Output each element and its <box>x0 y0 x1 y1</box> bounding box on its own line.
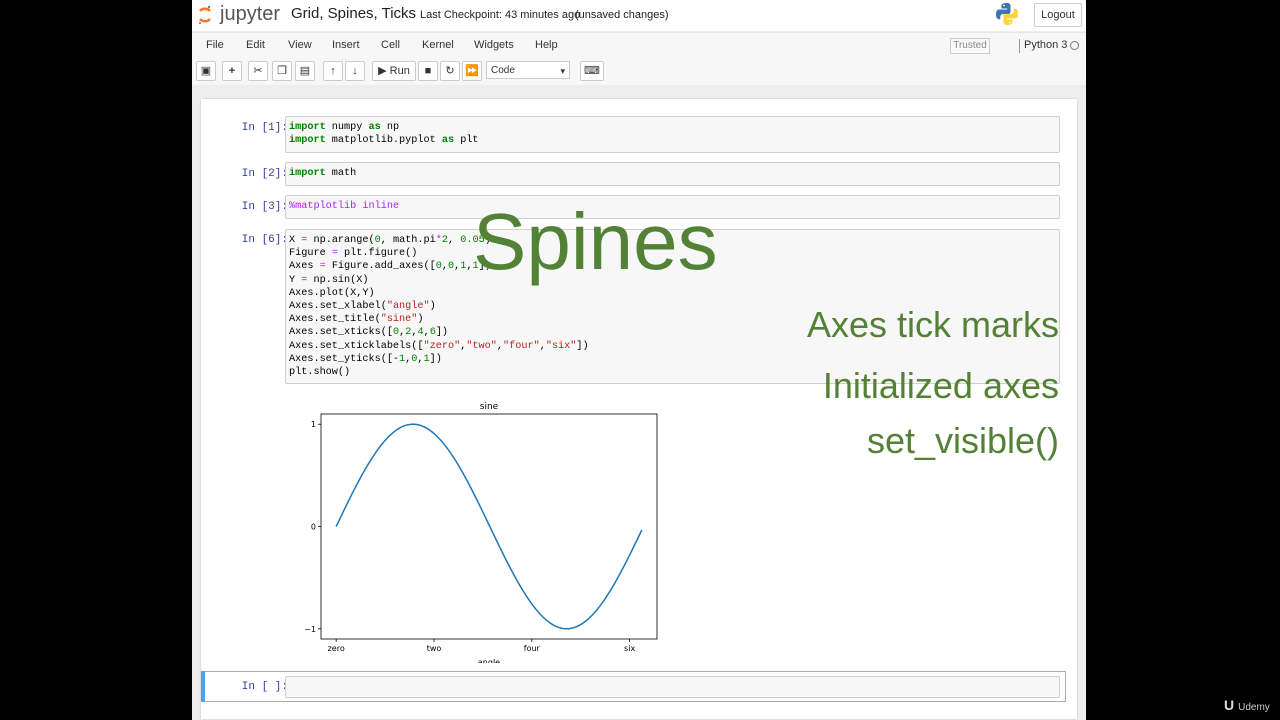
code-line: Figure = plt.figure() <box>289 248 418 260</box>
kernel-idle-icon <box>1070 41 1079 50</box>
udemy-watermark: U Udemy <box>1224 697 1270 713</box>
x-tick-label: four <box>524 644 541 653</box>
command-palette-button[interactable]: ⌨ <box>580 61 604 81</box>
keyboard-icon: ⌨ <box>584 65 600 77</box>
menu-file[interactable]: File <box>206 39 224 51</box>
menu-help[interactable]: Help <box>535 39 558 51</box>
code-line: import math <box>289 168 357 179</box>
code-cell-input[interactable]: %matplotlib inline <box>285 195 1060 219</box>
code-line: Y = np.sin(X) <box>289 274 369 286</box>
menu-view[interactable]: View <box>288 39 312 51</box>
menu-widgets[interactable]: Widgets <box>474 39 514 51</box>
plus-icon: + <box>228 65 236 77</box>
menubar: File Edit View Insert Cell Kernel Widget… <box>192 32 1086 60</box>
cell-type-select[interactable]: Code ▾ <box>486 61 570 79</box>
insert-cell-button[interactable]: + <box>222 61 242 81</box>
copy-icon: ❐ <box>277 65 287 77</box>
checkpoint-status: Last Checkpoint: 43 minutes ago <box>420 9 581 21</box>
fast-forward-icon: ⏩ <box>465 65 479 77</box>
code-line: import numpy as np <box>289 122 400 133</box>
move-down-button[interactable]: ↓ <box>345 61 365 81</box>
code-line: Axes.set_xticklabels(["zero","two","four… <box>289 340 589 352</box>
restart-button[interactable]: ↻ <box>440 61 460 81</box>
arrow-up-icon: ↑ <box>330 65 336 77</box>
code-line: Axes = Figure.add_axes([0,0,1,1]) <box>289 261 491 273</box>
save-icon: ▣ <box>200 65 212 77</box>
run-label: Run <box>389 65 410 77</box>
code-line: Axes.set_yticks([-1,0,1]) <box>289 353 442 365</box>
code-line: %matplotlib inline <box>289 201 400 212</box>
trusted-badge[interactable]: Trusted <box>950 38 990 54</box>
watermark-text: Udemy <box>1238 702 1270 713</box>
jupyter-logo[interactable]: jupyter <box>198 3 288 27</box>
cell-prompt: In [ ]: <box>241 681 288 693</box>
code-line: Axes.set_xticks([0,2,4,6]) <box>289 327 449 339</box>
logo-text: jupyter <box>220 3 281 25</box>
y-tick-label: −1 <box>304 625 316 634</box>
cut-button[interactable]: ✂ <box>248 61 268 81</box>
logout-button[interactable]: Logout <box>1034 3 1082 27</box>
code-cell-input[interactable]: import math <box>285 162 1060 186</box>
move-up-button[interactable]: ↑ <box>323 61 343 81</box>
kernel-name[interactable]: Python 3 <box>1024 39 1067 51</box>
cell-prompt: In [6]: <box>241 234 288 246</box>
save-button[interactable]: ▣ <box>196 61 216 81</box>
copy-button[interactable]: ❐ <box>272 61 292 81</box>
menu-kernel[interactable]: Kernel <box>422 39 454 51</box>
menu-cell[interactable]: Cell <box>381 39 400 51</box>
jupyter-page: jupyter Grid, Spines, Ticks Last Checkpo… <box>192 0 1086 720</box>
x-tick-label: two <box>427 644 442 653</box>
x-axis-label: angle <box>478 658 500 663</box>
scissors-icon: ✂ <box>253 65 263 77</box>
code-line: X = np.arange(0, math.pi*2, 0.05) <box>289 235 491 246</box>
menu-insert[interactable]: Insert <box>332 39 360 51</box>
cell-type-value: Code <box>491 65 515 76</box>
output-plot: sine angle zero two four six −1 0 1 <box>304 402 658 663</box>
code-cell-input[interactable]: X = np.arange(0, math.pi*2, 0.05) Figure… <box>285 229 1060 384</box>
stop-icon: ■ <box>424 65 432 77</box>
restart-run-all-button[interactable]: ⏩ <box>462 61 482 81</box>
jupyter-logo-icon <box>199 5 211 24</box>
code-cell-input[interactable]: import numpy as np import matplotlib.pyp… <box>285 116 1060 153</box>
paste-icon: ▤ <box>299 65 311 77</box>
notebook-title[interactable]: Grid, Spines, Ticks <box>291 5 416 22</box>
kernel-separator <box>1019 39 1020 53</box>
code-line: Axes.set_xlabel("angle") <box>289 301 436 313</box>
code-line: import matplotlib.pyplot as plt <box>289 135 479 147</box>
toolbar: ▣ + ✂ ❐ ▤ ↑ ↓ ▶ Run ■ ↻ ⏩ Code ▾ ⌨ <box>192 59 1086 85</box>
code-line: Axes.set_title("sine") <box>289 314 424 326</box>
python-icon <box>996 3 1018 25</box>
interrupt-button[interactable]: ■ <box>418 61 438 81</box>
code-line: Axes.plot(X,Y) <box>289 287 375 299</box>
code-line: plt.show() <box>289 367 351 379</box>
paste-button[interactable]: ▤ <box>295 61 315 81</box>
header: jupyter Grid, Spines, Ticks Last Checkpo… <box>192 0 1086 31</box>
arrow-down-icon: ↓ <box>352 65 358 77</box>
empty-code-cell-input[interactable] <box>285 676 1060 698</box>
cell-prompt: In [2]: <box>241 168 288 180</box>
x-tick-label: six <box>624 644 635 653</box>
chevron-down-icon: ▾ <box>560 66 565 76</box>
notebook-container: In [1]: import numpy as np import matplo… <box>201 99 1077 719</box>
menu-edit[interactable]: Edit <box>246 39 265 51</box>
play-icon: ▶ <box>378 65 387 77</box>
y-tick-label: 1 <box>311 420 316 429</box>
unsaved-status: (unsaved changes) <box>575 9 669 21</box>
cell-prompt: In [1]: <box>241 122 288 134</box>
plot-title: sine <box>480 402 499 412</box>
run-button[interactable]: ▶ Run <box>372 61 416 81</box>
udemy-logo-icon: U <box>1224 697 1235 713</box>
y-tick-label: 0 <box>311 523 316 532</box>
restart-icon: ↻ <box>445 65 455 77</box>
cell-prompt: In [3]: <box>241 201 288 213</box>
x-tick-label: zero <box>328 644 345 653</box>
